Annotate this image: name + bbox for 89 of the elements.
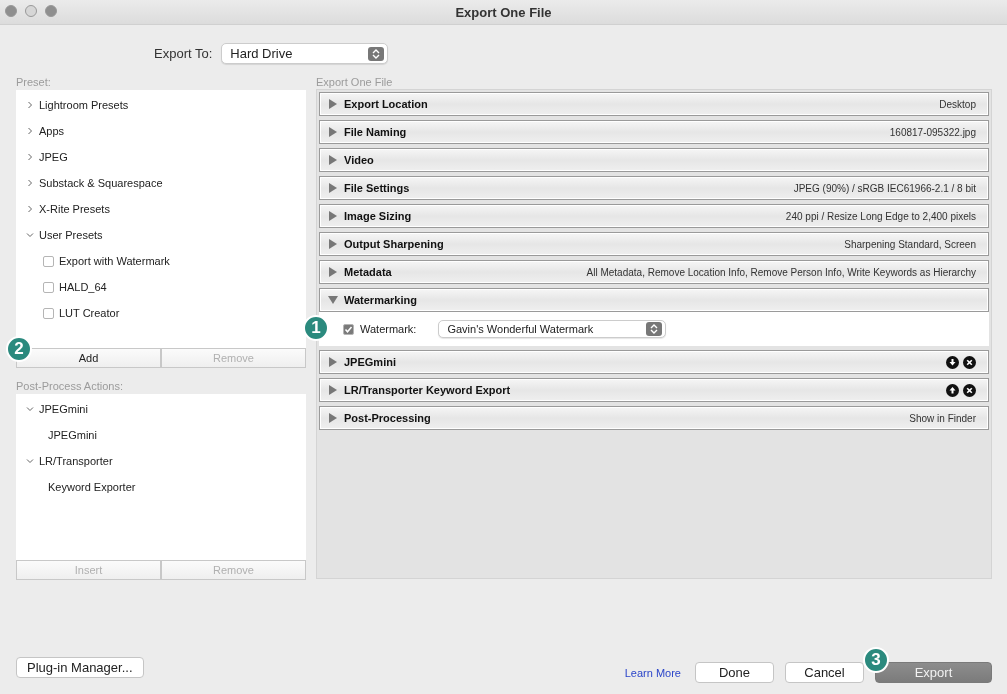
preset-label: Preset:: [16, 76, 52, 90]
tree-item[interactable]: X-Rite Presets: [39, 203, 110, 215]
section-summary: Show in Finder: [909, 412, 976, 424]
section-title: File Naming: [344, 126, 407, 138]
tree-item[interactable]: Export with Watermark: [59, 255, 170, 267]
section-title: LR/Transporter Keyword Export: [344, 384, 511, 396]
triangle-right-icon: [328, 99, 338, 109]
window-title: Export One File: [455, 4, 552, 20]
section-summary: 160817-095322.jpg: [889, 126, 976, 138]
watermark-label: Watermark:: [360, 323, 417, 335]
watermark-dropdown[interactable]: Gavin's Wonderful Watermark: [438, 320, 667, 338]
tree-item[interactable]: Apps: [39, 125, 65, 137]
plugin-manager-button[interactable]: Plug-in Manager...: [16, 657, 144, 678]
close-window-icon[interactable]: [5, 5, 17, 17]
section-title: JPEGmini: [344, 356, 396, 368]
chevron-down-icon[interactable]: [26, 457, 34, 465]
section-header[interactable]: Post-Processing Show in Finder: [319, 406, 989, 430]
arrow-down-circle-icon[interactable]: [946, 355, 959, 369]
chevron-right-icon[interactable]: [26, 205, 34, 213]
tree-item[interactable]: Keyword Exporter: [48, 481, 136, 493]
export-to-label: Export To:: [154, 46, 213, 61]
stepper-icon: [646, 322, 663, 336]
triangle-down-icon: [328, 295, 338, 305]
triangle-right-icon: [328, 357, 338, 367]
zoom-window-icon[interactable]: [45, 5, 57, 17]
learn-more-link[interactable]: Learn More: [624, 666, 681, 679]
post-process-label: Post-Process Actions:: [16, 380, 124, 394]
tree-item[interactable]: JPEGmini: [39, 403, 88, 415]
stepper-icon: [368, 46, 385, 61]
close-circle-icon[interactable]: [963, 355, 976, 369]
chevron-right-icon[interactable]: [26, 101, 34, 109]
section-header[interactable]: JPEGmini: [319, 350, 989, 374]
tree-item[interactable]: Substack & Squarespace: [39, 177, 163, 189]
triangle-right-icon: [328, 211, 338, 221]
step-badge: 2: [6, 336, 32, 362]
section-header[interactable]: File Naming 160817-095322.jpg: [319, 120, 989, 144]
section-header[interactable]: Metadata All Metadata, Remove Location Info, Remove Person Info, Write Keywords as Hierarchy: [319, 260, 989, 284]
close-circle-icon[interactable]: [963, 383, 976, 397]
checkbox[interactable]: [343, 323, 354, 335]
section-title: Video: [344, 154, 374, 166]
tree-item[interactable]: JPEGmini: [48, 429, 97, 441]
section-summary: Sharpening Standard, Screen: [844, 238, 976, 250]
section-summary: 240 ppi / Resize Long Edge to 2,400 pixels: [785, 210, 976, 222]
tree-item[interactable]: User Presets: [39, 229, 103, 241]
checkbox[interactable]: [43, 307, 54, 319]
section-header[interactable]: Image Sizing 240 ppi / Resize Long Edge to 2,400 pixels: [319, 204, 989, 228]
section-header[interactable]: LR/Transporter Keyword Export: [319, 378, 989, 402]
triangle-right-icon: [328, 385, 338, 395]
chevron-down-icon[interactable]: [26, 405, 34, 413]
section-header[interactable]: File Settings JPEG (90%) / sRGB IEC61966-2.1 / 8 bit: [319, 176, 989, 200]
panel-label: Export One File: [316, 76, 394, 90]
step-badge: 1: [303, 315, 329, 341]
triangle-right-icon: [328, 239, 338, 249]
dialog-button[interactable]: Cancel: [785, 662, 864, 683]
tree-item[interactable]: HALD_64: [59, 281, 107, 293]
dialog-button[interactable]: Done: [695, 662, 774, 683]
section-header[interactable]: Export Location Desktop: [319, 92, 989, 116]
tree-item[interactable]: LUT Creator: [59, 307, 120, 319]
chevron-right-icon[interactable]: [26, 153, 34, 161]
section-title: Image Sizing: [344, 210, 412, 222]
section-summary: JPEG (90%) / sRGB IEC61966-2.1 / 8 bit: [793, 182, 976, 194]
section-title: Export Location: [344, 98, 428, 110]
section-header[interactable]: Video: [319, 148, 989, 172]
triangle-right-icon: [328, 267, 338, 277]
chevron-right-icon[interactable]: [26, 127, 34, 135]
checkbox[interactable]: [43, 281, 54, 293]
checkbox[interactable]: [43, 255, 54, 267]
triangle-right-icon: [328, 413, 338, 423]
tree-item[interactable]: Lightroom Presets: [39, 99, 129, 111]
section-header[interactable]: Output Sharpening Sharpening Standard, Screen: [319, 232, 989, 256]
section-title: File Settings: [344, 182, 410, 194]
section-summary: Desktop: [939, 98, 976, 110]
section-title: Output Sharpening: [344, 238, 444, 250]
chevron-right-icon[interactable]: [26, 179, 34, 187]
section-summary: All Metadata, Remove Location Info, Remove Person Info, Write Keywords as Hierarchy: [586, 266, 976, 278]
triangle-right-icon: [328, 183, 338, 193]
minimize-window-icon[interactable]: [25, 5, 37, 17]
export-to-dropdown[interactable]: Hard Drive: [221, 43, 389, 64]
tree-item[interactable]: JPEG: [39, 151, 68, 163]
triangle-right-icon: [328, 127, 338, 137]
section-header[interactable]: Watermarking: [319, 288, 989, 312]
triangle-right-icon: [328, 155, 338, 165]
section-title: Watermarking: [344, 294, 417, 306]
step-badge: 3: [863, 647, 889, 673]
chevron-down-icon[interactable]: [26, 231, 34, 239]
arrow-up-circle-icon[interactable]: [946, 383, 959, 397]
tree-item[interactable]: LR/Transporter: [39, 455, 113, 467]
section-title: Metadata: [344, 266, 392, 278]
section-title: Post-Processing: [344, 412, 431, 424]
